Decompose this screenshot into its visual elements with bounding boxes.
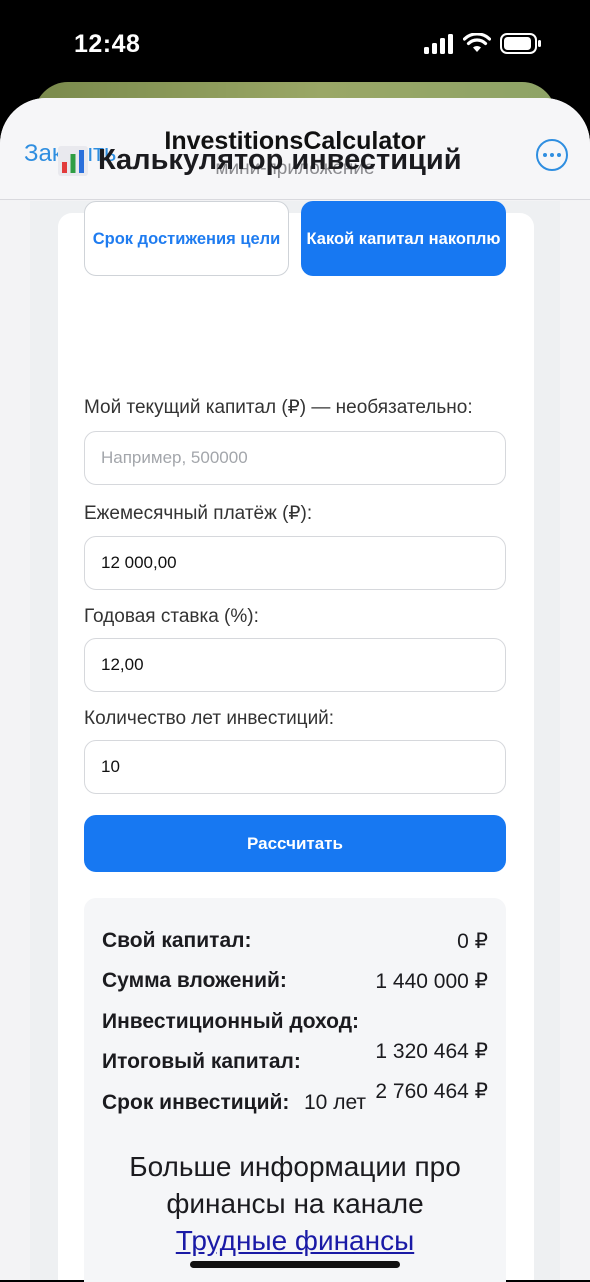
years-label: Количество лет инвестиций: xyxy=(84,708,335,729)
annual-rate-label: Годовая ставка (%): xyxy=(84,606,259,627)
income-label: Инвестиционный доход: xyxy=(102,1010,360,1033)
years-input[interactable]: 10 xyxy=(84,740,506,794)
mode-goal-term-button[interactable]: Срок достижения цели xyxy=(84,201,289,276)
calculate-button[interactable]: Рассчитать xyxy=(84,815,506,872)
channel-link[interactable]: Трудные финансы xyxy=(176,1225,414,1256)
annual-rate-input[interactable]: 12,00 xyxy=(84,638,506,692)
battery-icon xyxy=(500,33,541,54)
more-options-icon[interactable] xyxy=(536,139,568,171)
bar-chart-icon xyxy=(58,145,88,176)
monthly-payment-input[interactable]: 12 000,00 xyxy=(84,536,506,590)
term-label: Срок инвестиций: xyxy=(102,1091,290,1114)
status-icons xyxy=(424,33,542,54)
mode-accumulated-capital-button[interactable]: Какой капитал накоплю xyxy=(301,201,506,276)
home-indicator[interactable] xyxy=(190,1261,400,1268)
calculator-title-text: Калькулятор инвестиций xyxy=(98,144,462,176)
current-capital-label: Мой текущий капитал (₽) — необязательно: xyxy=(84,397,473,418)
contributions-value: 1 440 000 ₽ xyxy=(375,970,488,993)
final-capital-value: 2 760 464 ₽ xyxy=(375,1080,488,1103)
promo-line-2: финансы на канале xyxy=(166,1188,424,1219)
promo-text: Больше информации про финансы на канале … xyxy=(84,1148,506,1259)
own-capital-value: 0 ₽ xyxy=(457,930,488,953)
final-capital-label: Итоговый капитал: xyxy=(102,1050,301,1073)
contributions-label: Сумма вложений: xyxy=(102,969,287,992)
cellular-signal-icon xyxy=(424,33,453,54)
wifi-icon xyxy=(463,33,491,52)
monthly-payment-label: Ежемесячный платёж (₽): xyxy=(84,503,313,524)
status-bar: 12:48 xyxy=(0,0,590,90)
income-value: 1 320 464 ₽ xyxy=(375,1040,488,1063)
promo-line-1: Больше информации про xyxy=(129,1151,461,1182)
current-capital-input[interactable]: Например, 500000 xyxy=(84,431,506,485)
status-time: 12:48 xyxy=(74,30,141,58)
calculator-title: Калькулятор инвестиций xyxy=(58,144,462,177)
own-capital-label: Свой капитал: xyxy=(102,929,252,952)
term-value: 10 лет xyxy=(304,1091,367,1114)
